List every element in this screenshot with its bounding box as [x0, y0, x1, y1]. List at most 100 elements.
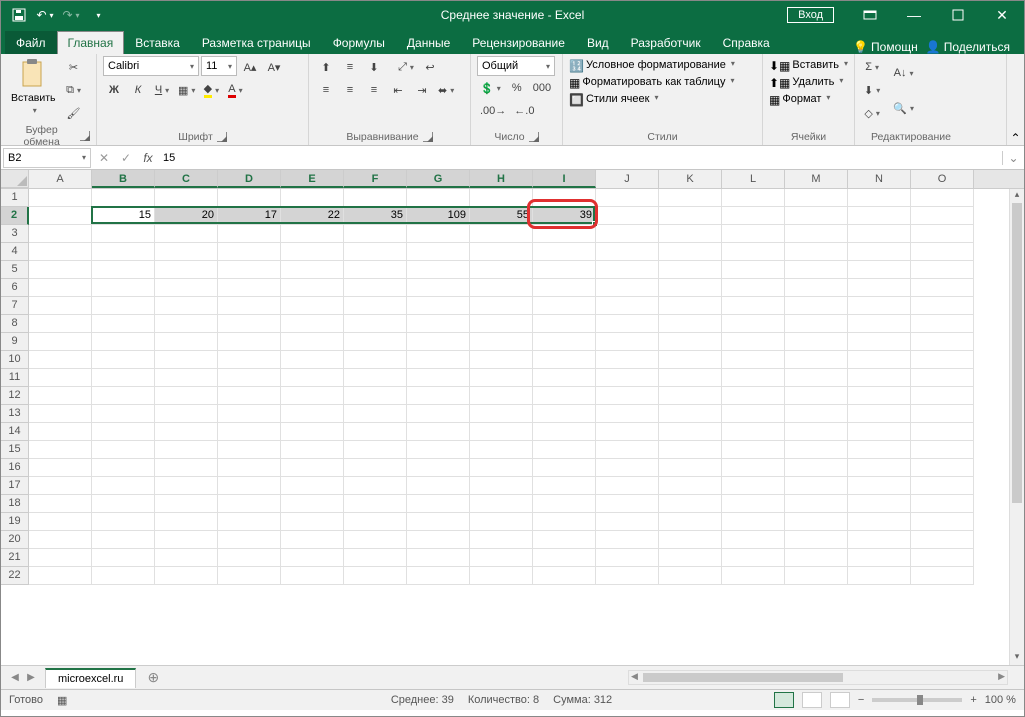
- row-header-5[interactable]: 5: [1, 261, 29, 279]
- cell-K19[interactable]: [659, 513, 722, 531]
- cell-H14[interactable]: [470, 423, 533, 441]
- cell-I10[interactable]: [533, 351, 596, 369]
- number-format-select[interactable]: Общий▾: [477, 56, 555, 76]
- row-header-19[interactable]: 19: [1, 513, 29, 531]
- row-header-1[interactable]: 1: [1, 189, 29, 207]
- cell-D20[interactable]: [218, 531, 281, 549]
- cell-J15[interactable]: [596, 441, 659, 459]
- cell-M6[interactable]: [785, 279, 848, 297]
- cell-B22[interactable]: [92, 567, 155, 585]
- cell-L3[interactable]: [722, 225, 785, 243]
- tab-formulas[interactable]: Формулы: [322, 31, 396, 54]
- wrap-text-icon[interactable]: ↩: [419, 56, 441, 78]
- cell-F20[interactable]: [344, 531, 407, 549]
- find-select-icon[interactable]: 🔍▾: [890, 91, 917, 125]
- row-header-7[interactable]: 7: [1, 297, 29, 315]
- cell-I9[interactable]: [533, 333, 596, 351]
- cell-E20[interactable]: [281, 531, 344, 549]
- cell-E15[interactable]: [281, 441, 344, 459]
- cell-K11[interactable]: [659, 369, 722, 387]
- delete-cells-button[interactable]: ⬆▦Удалить▾: [769, 76, 843, 90]
- cell-E7[interactable]: [281, 297, 344, 315]
- cell-B13[interactable]: [92, 405, 155, 423]
- cell-F4[interactable]: [344, 243, 407, 261]
- cell-H3[interactable]: [470, 225, 533, 243]
- cell-I2[interactable]: 39: [533, 207, 596, 225]
- cell-K20[interactable]: [659, 531, 722, 549]
- cell-C19[interactable]: [155, 513, 218, 531]
- cell-J3[interactable]: [596, 225, 659, 243]
- select-all-corner[interactable]: [1, 170, 29, 188]
- cell-M17[interactable]: [785, 477, 848, 495]
- cell-N17[interactable]: [848, 477, 911, 495]
- cell-J10[interactable]: [596, 351, 659, 369]
- cell-D18[interactable]: [218, 495, 281, 513]
- clipboard-dialog-launcher[interactable]: [80, 131, 90, 141]
- cell-K15[interactable]: [659, 441, 722, 459]
- cell-K3[interactable]: [659, 225, 722, 243]
- row-header-4[interactable]: 4: [1, 243, 29, 261]
- cell-M1[interactable]: [785, 189, 848, 207]
- grid[interactable]: ABCDEFGHIJKLMNO 121520172235109553934567…: [1, 170, 1024, 665]
- cell-L21[interactable]: [722, 549, 785, 567]
- cell-L22[interactable]: [722, 567, 785, 585]
- cell-B10[interactable]: [92, 351, 155, 369]
- cell-M2[interactable]: [785, 207, 848, 225]
- col-header-L[interactable]: L: [722, 170, 785, 188]
- format-cells-button[interactable]: ▦Формат▾: [769, 93, 830, 107]
- cell-L20[interactable]: [722, 531, 785, 549]
- cell-H17[interactable]: [470, 477, 533, 495]
- cell-N14[interactable]: [848, 423, 911, 441]
- cell-A9[interactable]: [29, 333, 92, 351]
- cell-H21[interactable]: [470, 549, 533, 567]
- percent-icon[interactable]: %: [506, 77, 528, 99]
- cell-B15[interactable]: [92, 441, 155, 459]
- cell-O15[interactable]: [911, 441, 974, 459]
- paste-button[interactable]: Вставить▾: [7, 56, 60, 117]
- cell-C15[interactable]: [155, 441, 218, 459]
- cell-H4[interactable]: [470, 243, 533, 261]
- cell-L15[interactable]: [722, 441, 785, 459]
- cell-K12[interactable]: [659, 387, 722, 405]
- font-dialog-launcher[interactable]: [217, 132, 227, 142]
- cell-F10[interactable]: [344, 351, 407, 369]
- cell-D12[interactable]: [218, 387, 281, 405]
- tellme-button[interactable]: 💡Помощн: [853, 40, 918, 54]
- cell-E11[interactable]: [281, 369, 344, 387]
- close-icon[interactable]: ✕: [980, 1, 1024, 29]
- cell-L5[interactable]: [722, 261, 785, 279]
- cell-I5[interactable]: [533, 261, 596, 279]
- cell-L13[interactable]: [722, 405, 785, 423]
- cell-D11[interactable]: [218, 369, 281, 387]
- cell-B20[interactable]: [92, 531, 155, 549]
- cell-C1[interactable]: [155, 189, 218, 207]
- row-header-15[interactable]: 15: [1, 441, 29, 459]
- cell-F1[interactable]: [344, 189, 407, 207]
- cell-G14[interactable]: [407, 423, 470, 441]
- cell-A2[interactable]: [29, 207, 92, 225]
- cell-J17[interactable]: [596, 477, 659, 495]
- cell-I16[interactable]: [533, 459, 596, 477]
- cell-D22[interactable]: [218, 567, 281, 585]
- minimize-icon[interactable]: —: [892, 1, 936, 29]
- cell-O16[interactable]: [911, 459, 974, 477]
- fx-icon[interactable]: fx: [137, 148, 159, 168]
- tab-help[interactable]: Справка: [712, 31, 781, 54]
- thousands-icon[interactable]: 000: [530, 77, 554, 99]
- bold-button[interactable]: Ж: [103, 79, 125, 101]
- cell-F16[interactable]: [344, 459, 407, 477]
- format-table-button[interactable]: ▦Форматировать как таблицу▾: [569, 76, 734, 90]
- cell-C10[interactable]: [155, 351, 218, 369]
- cell-G3[interactable]: [407, 225, 470, 243]
- col-header-B[interactable]: B: [92, 170, 155, 188]
- cell-B19[interactable]: [92, 513, 155, 531]
- signin-button[interactable]: Вход: [787, 7, 834, 23]
- cell-K4[interactable]: [659, 243, 722, 261]
- cell-E9[interactable]: [281, 333, 344, 351]
- cell-G18[interactable]: [407, 495, 470, 513]
- cell-C11[interactable]: [155, 369, 218, 387]
- cell-M3[interactable]: [785, 225, 848, 243]
- cell-J14[interactable]: [596, 423, 659, 441]
- cancel-formula-icon[interactable]: ✕: [93, 148, 115, 168]
- cell-O9[interactable]: [911, 333, 974, 351]
